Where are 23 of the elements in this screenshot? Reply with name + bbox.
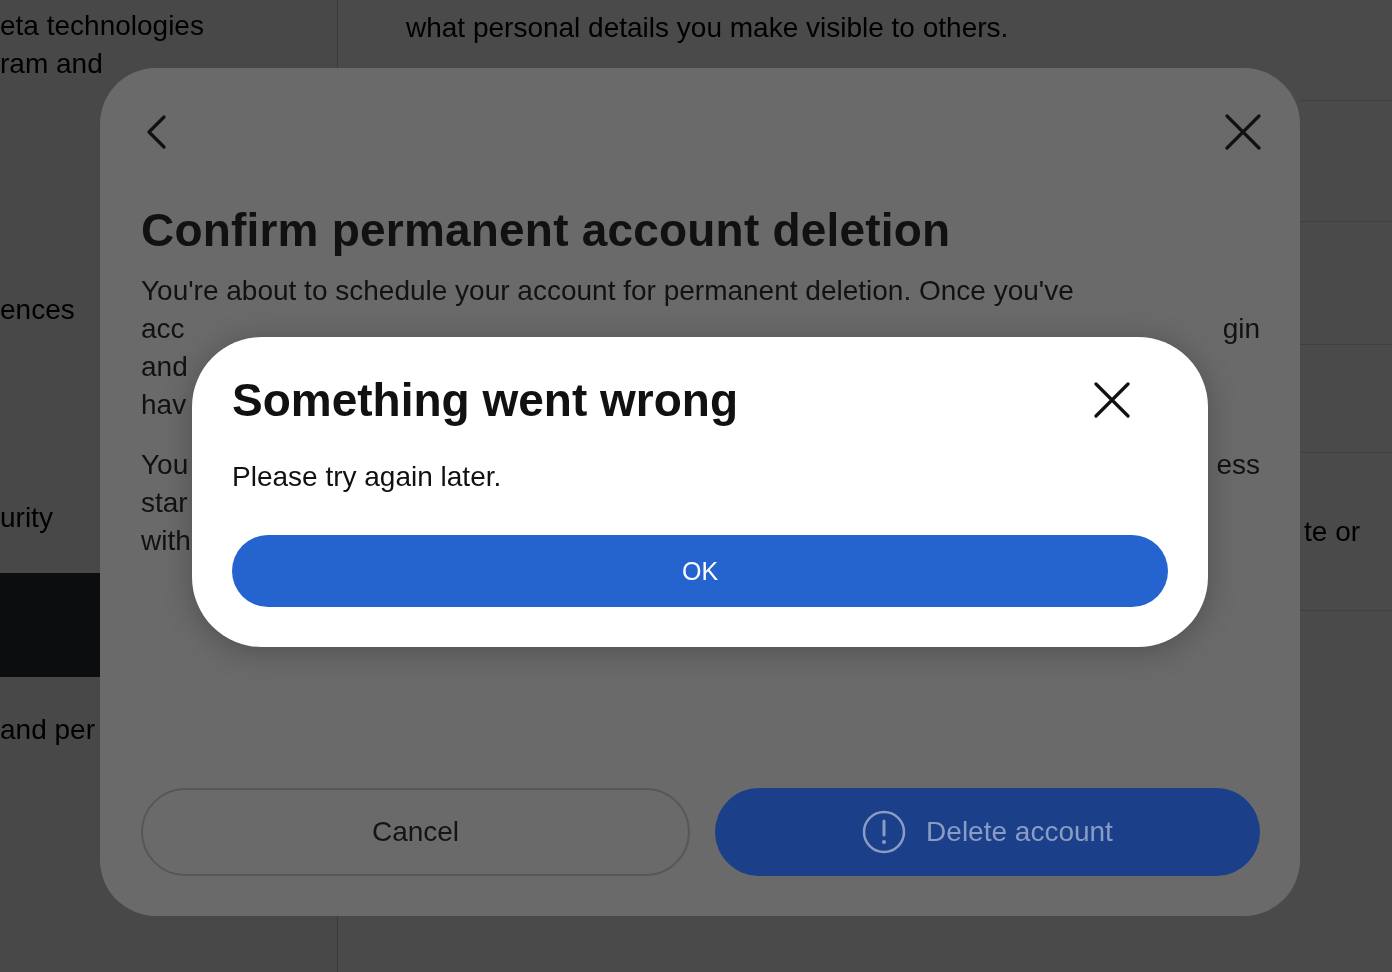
dialog-title: Confirm permanent account deletion bbox=[141, 203, 952, 258]
body-text: You bbox=[141, 448, 189, 482]
close-icon bbox=[1225, 114, 1261, 150]
body-text: You're about to schedule your account for permanent deletion. Once you've bbox=[141, 274, 1074, 308]
back-button[interactable] bbox=[145, 115, 167, 149]
body-text: acc bbox=[141, 312, 185, 346]
body-text: and bbox=[141, 350, 188, 384]
body-text: ess bbox=[1216, 448, 1260, 482]
delete-button[interactable]: Delete account bbox=[715, 788, 1260, 876]
body-text: star bbox=[141, 486, 188, 520]
ok-button[interactable]: OK bbox=[232, 535, 1168, 607]
section-description: what personal details you make visible to others. bbox=[406, 11, 1010, 45]
row-text: te or bbox=[1303, 515, 1361, 548]
close-icon bbox=[1094, 382, 1130, 418]
chevron-left-icon bbox=[145, 115, 167, 149]
body-text: with bbox=[141, 524, 191, 558]
close-button[interactable] bbox=[1094, 382, 1130, 418]
body-text: gin bbox=[1222, 312, 1260, 346]
dialog-message: Please try again later. bbox=[232, 460, 503, 494]
body-text: hav bbox=[141, 388, 187, 422]
exclamation-circle-icon bbox=[862, 810, 907, 854]
cancel-button[interactable]: Cancel bbox=[141, 788, 690, 876]
dialog-title: Something went wrong bbox=[232, 373, 738, 427]
